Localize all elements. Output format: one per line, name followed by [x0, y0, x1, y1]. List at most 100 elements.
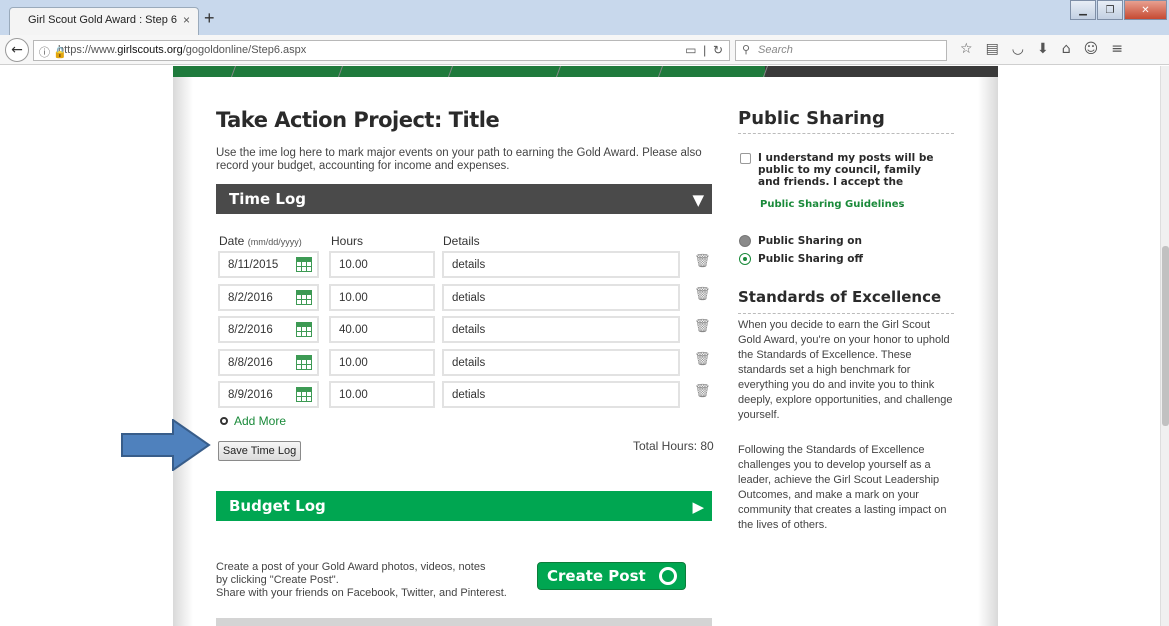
browser-navbar: ← ⓘ 🔒 https://www.girlscouts.org/gogoldo… — [0, 35, 1169, 65]
date-value: 8/2/2016 — [228, 292, 273, 304]
url-bar-actions: ▭ | ↻ — [685, 43, 723, 57]
url-bar[interactable]: ⓘ 🔒 https://www.girlscouts.org/gogoldonl… — [33, 40, 730, 61]
time-log-label: Time Log — [229, 190, 306, 208]
search-input[interactable]: ⚲ Search — [735, 40, 947, 61]
date-value: 8/2/2016 — [228, 324, 273, 336]
sharing-off-label: Public Sharing off — [758, 253, 864, 265]
library-icon[interactable]: ▤ — [986, 41, 999, 57]
accept-guidelines-checkbox[interactable] — [740, 153, 751, 164]
hours-field[interactable]: 10.00 — [329, 381, 435, 408]
menu-icon[interactable]: ≡ — [1111, 41, 1123, 57]
caret-down-icon: ▼ — [692, 191, 704, 209]
details-field[interactable]: details — [442, 349, 680, 376]
sharing-on-radio[interactable] — [739, 235, 751, 247]
standards-paragraph: When you decide to earn the Girl Scout G… — [738, 319, 953, 421]
trash-icon[interactable]: 🗑 — [694, 319, 711, 334]
scrollbar[interactable] — [1160, 66, 1169, 626]
annotation-arrow-icon — [121, 419, 211, 471]
trash-icon[interactable]: 🗑 — [694, 254, 711, 269]
add-more-link[interactable]: Add More — [220, 414, 286, 428]
create-post-instructions: Create a post of your Gold Award photos,… — [216, 561, 536, 600]
time-log-row: 8/11/2015 10.00 details 🗑 — [218, 251, 718, 279]
minimize-icon[interactable]: ▁ — [1070, 0, 1096, 20]
trash-icon[interactable]: 🗑 — [694, 352, 711, 367]
hours-field[interactable]: 10.00 — [329, 284, 435, 311]
time-log-row: 8/9/2016 10.00 detials 🗑 — [218, 381, 718, 409]
window-controls: ▁ ❐ ✕ — [1069, 0, 1167, 20]
url-host: girlscouts.org — [117, 44, 183, 56]
bookmark-star-icon[interactable]: ☆ — [960, 41, 973, 57]
create-post-button[interactable]: Create Post — [537, 562, 686, 590]
trash-icon[interactable]: 🗑 — [694, 384, 711, 399]
step-progress-fill — [173, 66, 765, 77]
public-sharing-guidelines-link[interactable]: Public Sharing Guidelines — [760, 199, 904, 210]
date-value: 8/8/2016 — [228, 357, 273, 369]
public-sharing-title: Public Sharing — [738, 108, 885, 129]
maximize-icon[interactable]: ❐ — [1097, 0, 1123, 20]
search-icon: ⚲ — [742, 44, 751, 56]
standards-title: Standards of Excellence — [738, 288, 942, 306]
divider — [738, 133, 954, 134]
plus-circle-icon — [659, 567, 677, 585]
hours-field[interactable]: 40.00 — [329, 316, 435, 343]
home-icon[interactable]: ⌂ — [1062, 41, 1071, 57]
calendar-icon[interactable] — [296, 387, 312, 402]
date-field[interactable]: 8/2/2016 — [218, 284, 319, 311]
post-text-line: by clicking "Create Post". — [216, 574, 339, 586]
back-arrow-icon[interactable]: ← — [5, 38, 29, 62]
scrollbar-thumb[interactable] — [1162, 246, 1169, 426]
date-field[interactable]: 8/2/2016 — [218, 316, 319, 343]
lock-icon: 🔒 — [53, 47, 67, 59]
date-field[interactable]: 8/9/2016 — [218, 381, 319, 408]
pocket-icon[interactable]: ◡ — [1012, 41, 1024, 57]
page-viewport: Take Action Project: Title Use the ime l… — [0, 66, 1160, 626]
browser-tab[interactable]: Girl Scout Gold Award : Step 6 × — [9, 7, 199, 35]
date-value: 8/9/2016 — [228, 389, 273, 401]
chat-icon[interactable]: ☺ — [1084, 41, 1099, 57]
browser-titlebar: Girl Scout Gold Award : Step 6 × + ▁ ❐ ✕ — [0, 0, 1169, 35]
post-text-line: Share with your friends on Facebook, Twi… — [216, 587, 507, 599]
date-header-label: Date — [219, 234, 245, 248]
hours-field[interactable]: 10.00 — [329, 349, 435, 376]
total-hours: Total Hours: 80 — [633, 439, 714, 453]
calendar-icon[interactable] — [296, 322, 312, 337]
trash-icon[interactable]: 🗑 — [694, 287, 711, 302]
budget-log-header[interactable]: Budget Log ▶ — [216, 491, 712, 521]
info-icon[interactable]: ⓘ 🔒 — [39, 44, 67, 60]
date-value: 8/11/2015 — [228, 259, 279, 271]
accept-guidelines-label: I understand my posts will be public to … — [758, 152, 934, 188]
date-field[interactable]: 8/11/2015 — [218, 251, 319, 278]
calendar-icon[interactable] — [296, 257, 312, 272]
date-column-header: Date (mm/dd/yyyy) — [219, 234, 302, 248]
details-field[interactable]: detials — [442, 381, 680, 408]
calendar-icon[interactable] — [296, 290, 312, 305]
post-text-line: Create a post of your Gold Award photos,… — [216, 561, 486, 573]
tab-close-icon[interactable]: × — [183, 13, 190, 27]
hours-field[interactable]: 10.00 — [329, 251, 435, 278]
details-field[interactable]: details — [442, 251, 680, 278]
reader-icon[interactable]: ▭ — [685, 43, 696, 57]
details-field[interactable]: details — [442, 316, 680, 343]
reload-icon[interactable]: ↻ — [713, 43, 723, 57]
add-circle-icon — [220, 417, 228, 425]
sharing-off-radio[interactable] — [739, 253, 751, 265]
toolbar-icons: ☆ ▤ ◡ ⬇ ⌂ ☺ ≡ — [960, 41, 1123, 57]
new-tab-button[interactable]: + — [204, 8, 215, 29]
time-log-header[interactable]: Time Log ▼ — [216, 184, 712, 214]
details-column-header: Details — [443, 234, 480, 248]
date-format-hint: (mm/dd/yyyy) — [247, 237, 302, 247]
time-log-row: 8/2/2016 10.00 detials 🗑 — [218, 284, 718, 312]
details-field[interactable]: detials — [442, 284, 680, 311]
page-title: Take Action Project: Title — [216, 108, 500, 132]
calendar-icon[interactable] — [296, 355, 312, 370]
time-log-row: 8/8/2016 10.00 details 🗑 — [218, 349, 718, 377]
download-icon[interactable]: ⬇ — [1037, 41, 1049, 57]
save-time-log-button[interactable]: Save Time Log — [218, 441, 301, 461]
tab-title: Girl Scout Gold Award : Step 6 — [28, 14, 177, 26]
close-window-icon[interactable]: ✕ — [1124, 0, 1167, 20]
caret-right-icon: ▶ — [692, 498, 704, 516]
url-path: /gogoldonline/Step6.aspx — [182, 44, 307, 56]
divider — [738, 313, 954, 314]
date-field[interactable]: 8/8/2016 — [218, 349, 319, 376]
add-more-label: Add More — [234, 414, 287, 428]
